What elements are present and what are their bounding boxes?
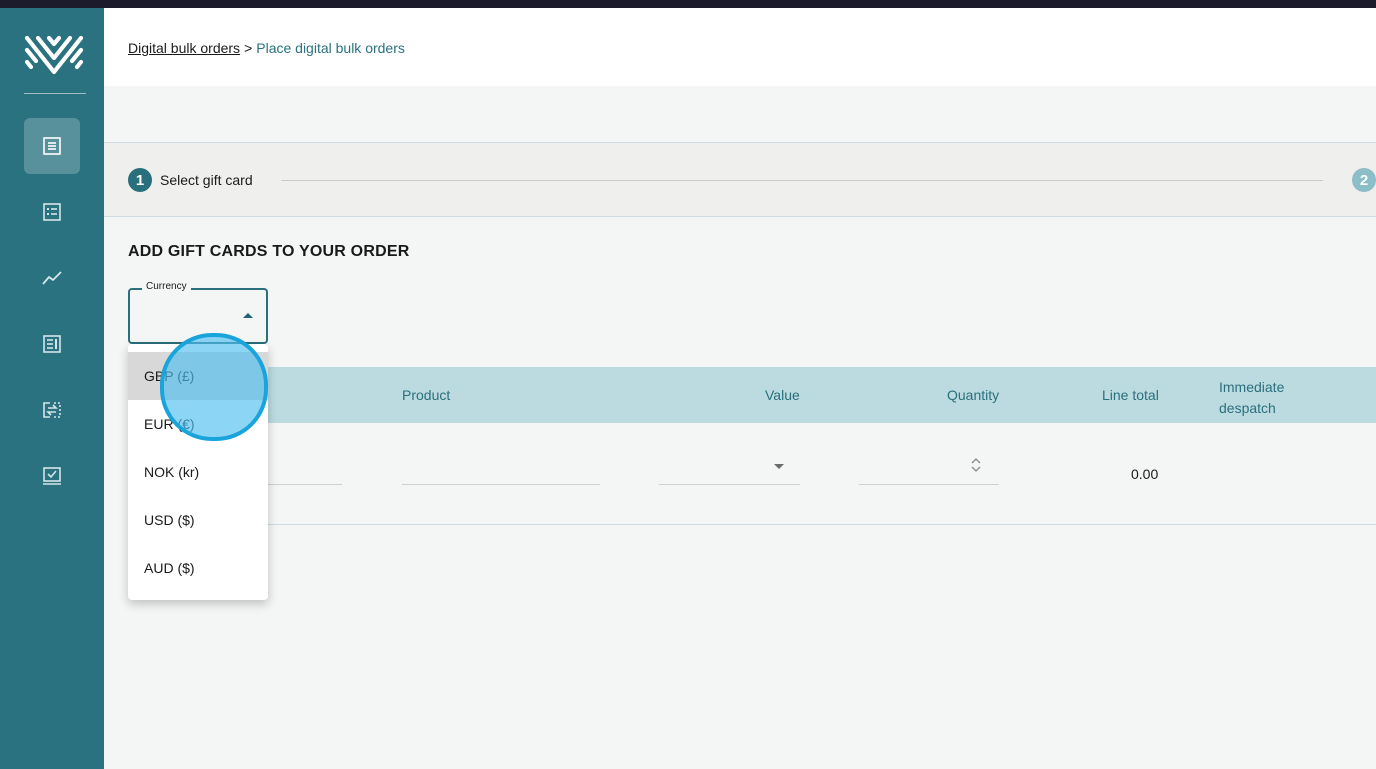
caret-up-icon[interactable] — [243, 313, 253, 318]
sidebar — [0, 8, 104, 769]
currency-option-label: AUD ($) — [144, 560, 195, 576]
currency-option-label: NOK (kr) — [144, 464, 200, 480]
line-total-value: 0.00 — [1131, 466, 1159, 482]
column-header-line-total: Line total — [1102, 387, 1159, 403]
order-stepper: 1 Select gift card 2 — [104, 142, 1376, 217]
sidebar-item-orders[interactable] — [24, 118, 80, 174]
step-connector — [281, 180, 1323, 181]
step-1-label: Select gift card — [160, 172, 253, 188]
currency-label: Currency — [142, 281, 191, 292]
column-header-quantity: Quantity — [947, 387, 1000, 403]
breadcrumb-separator: > — [244, 40, 253, 56]
section-title: ADD GIFT CARDS TO YOUR ORDER — [128, 243, 410, 260]
report-icon — [43, 335, 61, 353]
currency-option-label: GBP (£) — [144, 368, 195, 384]
step-1-indicator: 1 — [128, 168, 152, 192]
value-select[interactable] — [659, 484, 800, 485]
quantity-stepper-icon[interactable] — [970, 457, 982, 473]
breadcrumb-current: Place digital bulk orders — [256, 40, 405, 56]
sidebar-item-reports[interactable] — [24, 316, 80, 372]
currency-option-aud[interactable]: AUD ($) — [128, 544, 268, 592]
order-table-header: Product Value Quantity Line total Immedi… — [128, 367, 1376, 423]
row-first-field[interactable] — [264, 484, 342, 485]
column-header-product: Product — [402, 387, 451, 403]
breadcrumb: Digital bulk orders > Place digital bulk o… — [128, 40, 405, 56]
top-bar — [0, 0, 1376, 8]
column-header-value: Value — [765, 387, 800, 403]
breadcrumb-link-digital-bulk-orders[interactable]: Digital bulk orders — [128, 40, 240, 56]
sidebar-divider — [24, 93, 86, 94]
checklist-icon — [43, 203, 61, 221]
currency-option-nok[interactable]: NOK (kr) — [128, 448, 268, 496]
currency-dropdown-menu: GBP (£) EUR (€) NOK (kr) USD ($) AUD ($) — [128, 344, 268, 600]
approved-icon — [43, 467, 61, 485]
sidebar-item-transfers[interactable] — [24, 382, 80, 438]
transfer-icon — [43, 402, 61, 418]
currency-option-usd[interactable]: USD ($) — [128, 496, 268, 544]
orders-list-icon — [43, 137, 61, 155]
chevron-down-icon[interactable] — [774, 464, 784, 469]
currency-select[interactable]: Currency — [128, 281, 268, 344]
line-chart-icon — [42, 271, 62, 285]
column-header-immediate-despatch: Immediate despatch — [1219, 379, 1285, 416]
step-2-indicator: 2 — [1352, 168, 1376, 192]
sidebar-item-checklist[interactable] — [24, 184, 80, 240]
page-header: Digital bulk orders > Place digital bulk o… — [104, 8, 1376, 86]
sidebar-item-analytics[interactable] — [24, 250, 80, 306]
currency-option-gbp[interactable]: GBP (£) — [128, 352, 268, 400]
sidebar-item-approvals[interactable] — [24, 448, 80, 504]
brand-logo[interactable] — [24, 32, 84, 78]
table-row: 0.00 — [128, 424, 1376, 525]
currency-option-label: USD ($) — [144, 512, 195, 528]
currency-option-label: EUR (€) — [144, 416, 195, 432]
currency-option-eur[interactable]: EUR (€) — [128, 400, 268, 448]
quantity-input[interactable] — [859, 484, 999, 485]
product-input[interactable] — [402, 484, 600, 485]
